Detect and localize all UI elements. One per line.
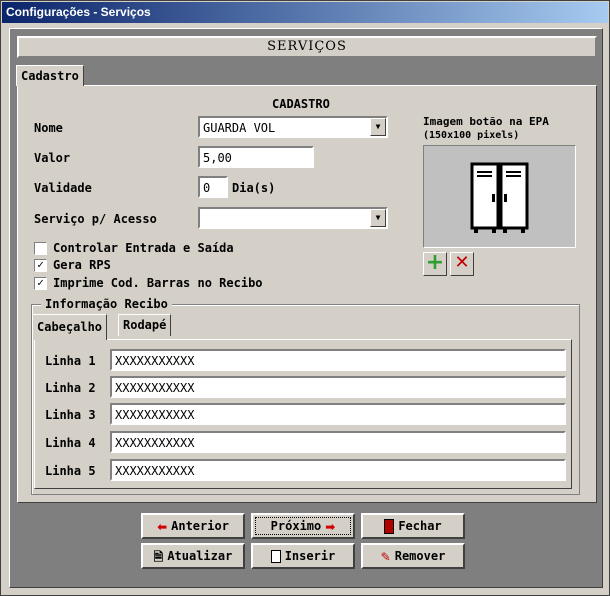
anterior-label: Anterior [171, 519, 229, 533]
chevron-down-icon[interactable]: ▼ [370, 209, 386, 227]
new-document-icon [270, 550, 281, 563]
tab-rodape[interactable]: Rodapé [118, 314, 172, 336]
image-preview[interactable] [423, 145, 576, 248]
linha-1-field[interactable]: XXXXXXXXXXX [110, 349, 566, 371]
page-title: SERVIÇOS [17, 36, 597, 58]
recibo-group-label: Informação Recibo [41, 297, 172, 311]
main-window: Configurações - Serviços SERVIÇOS Cadast… [0, 0, 610, 596]
linha-2-field[interactable]: XXXXXXXXXXX [110, 376, 566, 398]
gera-rps-label: Gera RPS [53, 258, 111, 272]
tab-cabecalho[interactable]: Cabeçalho [32, 314, 108, 340]
validade-label: Validade [34, 181, 92, 195]
linha-1-label: Linha 1 [45, 354, 96, 368]
validade-unit: Dia(s) [232, 181, 276, 195]
controlar-entrada-label: Controlar Entrada e Saída [53, 241, 234, 255]
exit-door-icon [384, 519, 395, 534]
nome-combo[interactable]: GUARDA VOL ▼ [198, 116, 388, 138]
nome-label: Nome [34, 121, 63, 135]
imprime-cod-barras-label: Imprime Cod. Barras no Recibo [53, 276, 263, 290]
servico-combo[interactable]: ▼ [198, 207, 388, 229]
window-title: Configurações - Serviços [2, 2, 608, 23]
linha-3-field[interactable]: XXXXXXXXXXX [110, 403, 566, 425]
remove-image-button[interactable]: ✕ [450, 252, 474, 276]
linha-2-label: Linha 2 [45, 381, 96, 395]
remover-button[interactable]: ✎ Remover [361, 543, 465, 569]
proximo-label: Próximo [270, 519, 322, 533]
linha-5-field[interactable]: XXXXXXXXXXX [110, 459, 566, 481]
eraser-icon: ✎ [380, 549, 391, 564]
proximo-button[interactable]: Próximo ➡ [251, 513, 355, 539]
image-panel-title: Imagem botão na EPA [423, 115, 549, 128]
inserir-button[interactable]: Inserir [251, 543, 355, 569]
image-panel-subtitle: (150x100 pixels) [423, 130, 520, 141]
imprime-cod-barras-checkbox[interactable]: ✓ [34, 277, 47, 290]
linha-4-label: Linha 4 [45, 436, 96, 450]
close-icon: ✕ [454, 252, 470, 273]
linha-3-label: Linha 3 [45, 408, 96, 422]
gera-rps-checkbox[interactable]: ✓ [34, 259, 47, 272]
remover-label: Remover [394, 549, 446, 563]
linha-4-field[interactable]: XXXXXXXXXXX [110, 431, 566, 453]
valor-field[interactable]: 5,00 [198, 146, 314, 168]
atualizar-button[interactable]: 🗎 Atualizar [141, 543, 245, 569]
controlar-entrada-checkbox[interactable] [34, 242, 47, 255]
servico-label: Serviço p/ Acesso [34, 212, 157, 226]
arrow-left-icon: ⬅ [157, 519, 168, 534]
add-image-button[interactable]: + [423, 252, 447, 276]
valor-label: Valor [34, 151, 71, 165]
plus-icon: + [425, 250, 445, 275]
nome-value: GUARDA VOL [203, 121, 276, 135]
linha-5-label: Linha 5 [45, 464, 96, 478]
section-title: CADASTRO [272, 97, 330, 111]
tab-cadastro[interactable]: Cadastro [16, 65, 84, 86]
refresh-icon: 🗎 [153, 549, 164, 564]
anterior-button[interactable]: ⬅ Anterior [141, 513, 245, 539]
locker-icon [470, 162, 529, 233]
atualizar-label: Atualizar [167, 549, 233, 563]
chevron-down-icon[interactable]: ▼ [370, 118, 386, 136]
fechar-button[interactable]: Fechar [361, 513, 465, 539]
validade-field[interactable]: 0 [198, 176, 228, 198]
inserir-label: Inserir [284, 549, 336, 563]
arrow-right-icon: ➡ [325, 519, 336, 534]
fechar-label: Fechar [398, 519, 442, 533]
